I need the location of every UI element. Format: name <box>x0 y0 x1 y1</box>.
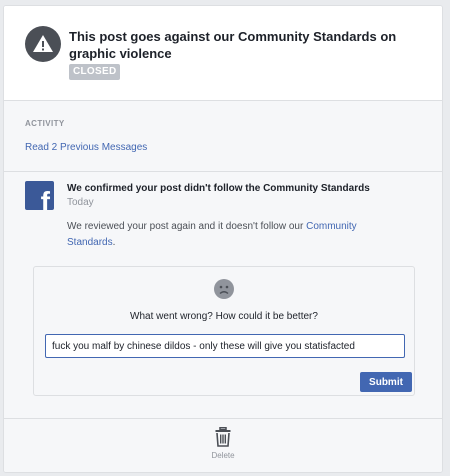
divider <box>4 171 442 172</box>
facebook-logo-icon: f <box>25 181 54 210</box>
sad-face-icon[interactable] <box>214 279 234 299</box>
delete-label: Delete <box>211 451 235 460</box>
message-body: We reviewed your post again and it doesn… <box>67 219 387 251</box>
submit-button[interactable]: Submit <box>360 372 412 392</box>
read-previous-messages-link[interactable]: Read 2 Previous Messages <box>25 142 147 153</box>
activity-label: ACTIVITY <box>25 119 65 128</box>
divider <box>4 418 442 419</box>
feedback-input[interactable] <box>45 334 405 358</box>
message-title: We confirmed your post didn't follow the… <box>67 183 370 194</box>
message-timestamp: Today <box>67 197 94 208</box>
report-card: This post goes against our Community Sta… <box>3 5 443 473</box>
delete-button[interactable]: Delete <box>198 427 248 467</box>
report-title: This post goes against our Community Sta… <box>69 29 397 61</box>
feedback-question: What went wrong? How could it be better? <box>130 311 318 322</box>
feedback-box: What went wrong? How could it be better?… <box>33 266 415 396</box>
trash-icon <box>215 427 231 447</box>
status-badge: CLOSED <box>69 64 121 80</box>
report-body: ACTIVITY Read 2 Previous Messages f We c… <box>4 101 442 472</box>
warning-icon <box>25 26 61 62</box>
message-body-text: We reviewed your post again and it doesn… <box>67 221 307 232</box>
message-body-end: . <box>112 237 116 248</box>
report-header: This post goes against our Community Sta… <box>4 6 442 101</box>
